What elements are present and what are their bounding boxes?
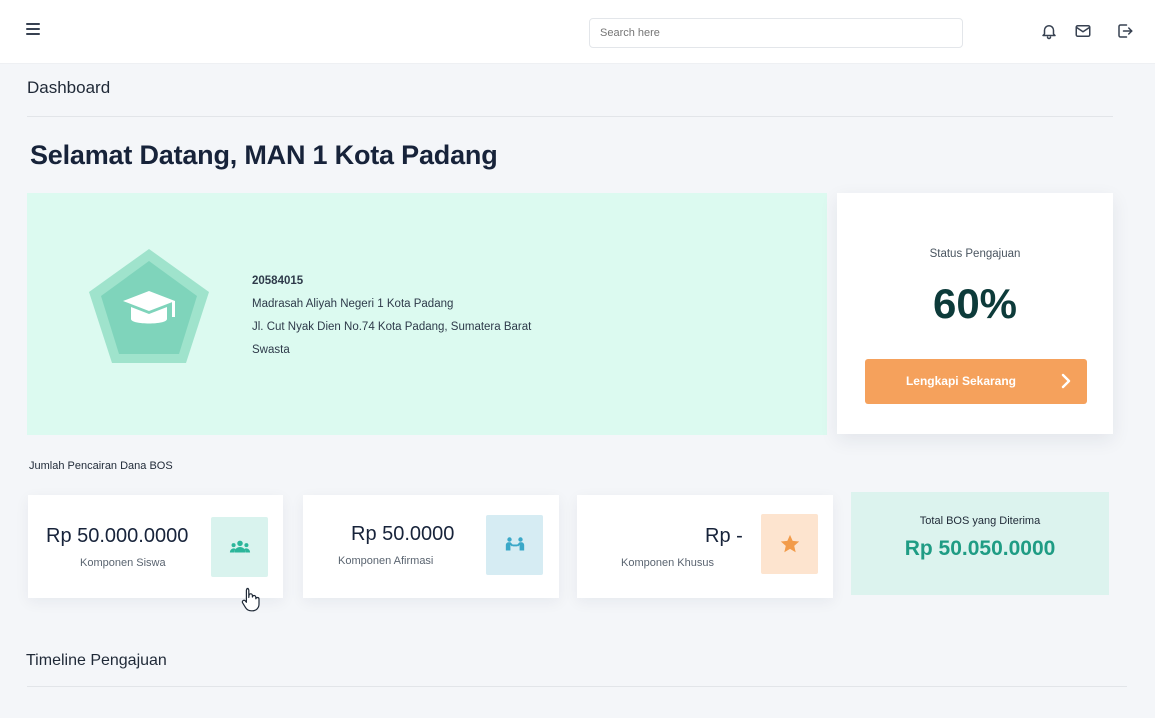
students-icon (211, 517, 268, 577)
welcome-heading: Selamat Datang, MAN 1 Kota Padang (30, 140, 498, 170)
bos-card-afirmasi[interactable]: Rp 50.0000 Komponen Afirmasi (303, 495, 559, 598)
mail-icon[interactable] (1074, 22, 1092, 40)
bos-card-siswa[interactable]: Rp 50.000.0000 Komponen Siswa (28, 495, 283, 598)
status-label: Status Pengajuan (929, 248, 1021, 260)
complete-now-button[interactable]: Lengkapi Sekarang (865, 359, 1087, 404)
card-label: Komponen Khusus (621, 557, 714, 569)
menu-icon[interactable] (26, 23, 40, 35)
bos-section-label: Jumlah Pencairan Dana BOS (29, 460, 173, 472)
hand-cursor-icon (241, 587, 260, 612)
total-bos-value: Rp 50.050.0000 (904, 537, 1056, 560)
status-percentage: 60% (932, 280, 1018, 327)
school-address: Jl. Cut Nyak Dien No.74 Kota Padang, Sum… (252, 321, 532, 333)
submission-status-card: Status Pengajuan 60% Lengkapi Sekarang (837, 193, 1113, 434)
timeline-title: Timeline Pengajuan (26, 652, 167, 669)
page-title: Dashboard (27, 78, 111, 97)
total-bos-card: Total BOS yang Diterima Rp 50.050.0000 (851, 492, 1109, 595)
top-bar (0, 0, 1155, 64)
school-name: Madrasah Aliyah Negeri 1 Kota Padang (252, 298, 454, 310)
card-label: Komponen Siswa (80, 557, 166, 569)
search-input[interactable] (589, 18, 963, 48)
chevron-right-icon (1061, 373, 1071, 389)
card-amount: Rp - (705, 525, 743, 547)
school-status: Swasta (252, 344, 290, 356)
total-bos-label: Total BOS yang Diterima (919, 515, 1041, 527)
handshake-icon (486, 515, 543, 575)
graduation-cap-icon (89, 249, 209, 363)
bos-card-khusus[interactable]: Rp - Komponen Khusus (577, 495, 833, 598)
card-amount: Rp 50.0000 (351, 523, 455, 545)
star-icon (761, 514, 818, 574)
logout-icon[interactable] (1116, 22, 1134, 40)
school-npsn: 20584015 (252, 275, 304, 287)
card-amount: Rp 50.000.0000 (46, 525, 189, 547)
divider (27, 686, 1127, 687)
card-label: Komponen Afirmasi (338, 555, 434, 567)
bell-icon[interactable] (1040, 22, 1058, 40)
complete-now-label: Lengkapi Sekarang (905, 374, 1017, 388)
school-details: 20584015 Madrasah Aliyah Negeri 1 Kota P… (252, 270, 531, 362)
divider (27, 116, 1113, 117)
school-info-banner: 20584015 Madrasah Aliyah Negeri 1 Kota P… (27, 193, 827, 435)
